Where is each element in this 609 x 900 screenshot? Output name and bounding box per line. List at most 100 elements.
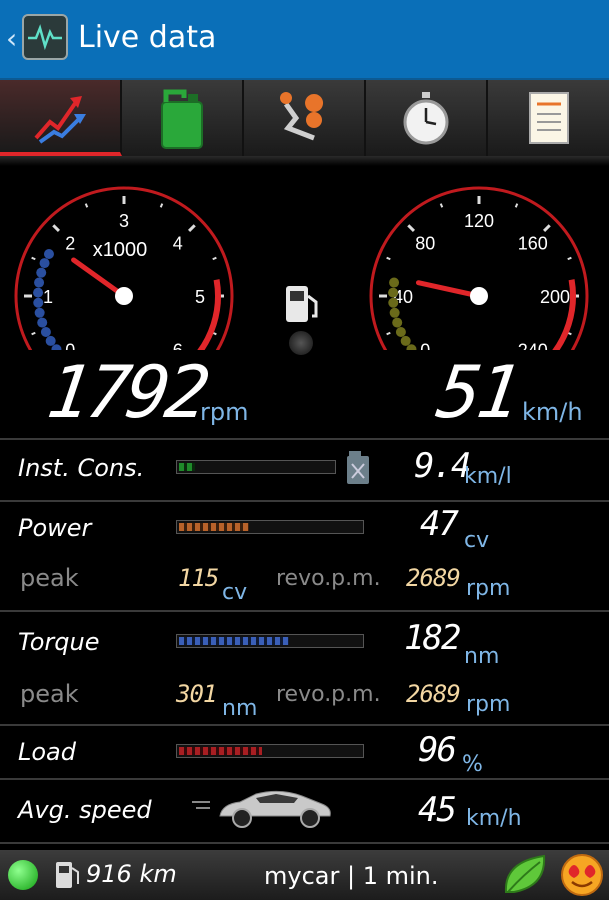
rpm-tick [84, 203, 89, 208]
torque-peak-label: peak [20, 680, 79, 708]
load-bar [176, 744, 364, 758]
app-bar: ‹ Live data [0, 0, 609, 80]
fuel-can-small-icon [347, 451, 369, 484]
spd-tick [567, 256, 572, 261]
distance-remaining: 916 km [86, 860, 177, 888]
eco-leaf-icon[interactable] [500, 852, 550, 898]
rpm-tick [159, 203, 164, 208]
fuel-indicator-light [289, 331, 313, 355]
power-revo-label: revo.p.m. [276, 566, 381, 591]
divider [0, 610, 609, 612]
rpm-multiplier: x1000 [93, 239, 148, 261]
torque-bar-fill [179, 637, 289, 645]
load-label: Load [18, 738, 76, 766]
stopwatch-icon [403, 92, 449, 145]
rpm-tick-label: 6 [173, 341, 183, 350]
rpm-tick-label: 1 [43, 287, 53, 307]
spd-tick [439, 203, 444, 208]
rpm-gauge: 0 1 2 3 4 5 6 x1000 [14, 186, 234, 350]
avg-speed-value: 45 [418, 790, 457, 830]
tab-fuel[interactable] [122, 80, 244, 156]
power-label: Power [18, 514, 92, 542]
spd-tick [542, 224, 551, 233]
power-peak-unit: cv [222, 580, 248, 605]
tab-bar [0, 80, 609, 156]
torque-revo-unit: rpm [466, 692, 511, 717]
rpm-needle-hub [115, 287, 133, 305]
power-value: 47 [420, 504, 459, 544]
rpm-level-dot [45, 335, 56, 346]
avg-speed-label: Avg. speed [18, 796, 152, 824]
report-icon [528, 92, 569, 144]
rpm-tick [31, 256, 36, 261]
spd-level-dot [388, 287, 399, 298]
fuel-can-icon [161, 89, 203, 149]
back-chevron-icon[interactable]: ‹ [6, 22, 17, 55]
tab-report[interactable] [488, 80, 609, 156]
connection-status-icon [8, 860, 38, 890]
spd-tick [386, 331, 391, 336]
torque-value: 182 [404, 618, 461, 658]
tab-divider [0, 156, 609, 166]
fuel-pump-icon [286, 286, 318, 322]
spd-tick-label: 80 [415, 233, 435, 253]
fuel-pump-small-icon [56, 862, 79, 888]
spd-tick [386, 256, 391, 261]
rpm-tick [212, 256, 217, 261]
spd-tick-label: 240 [518, 341, 548, 350]
torque-peak-value: 301 [176, 680, 217, 708]
speed-unit: km/h [522, 398, 583, 426]
rpm-tick-label: 0 [65, 341, 75, 350]
rpm-level-dot [33, 287, 44, 298]
torque-bar [176, 634, 364, 648]
rpm-tick-label: 3 [119, 211, 129, 231]
status-bar: 916 km mycar | 1 min. [0, 850, 609, 900]
spd-level-dot [400, 335, 411, 346]
route-icon [280, 92, 324, 141]
power-revo-unit: rpm [466, 576, 511, 601]
divider [0, 438, 609, 440]
spd-tick-label: 120 [464, 211, 494, 231]
inst-cons-value: 9.4 [414, 446, 471, 486]
rpm-level-dot [43, 248, 54, 259]
rpm-level-dot [37, 317, 48, 328]
load-value: 96 [418, 730, 457, 770]
torque-peak-unit: nm [222, 696, 258, 721]
rpm-tick-label: 2 [65, 233, 75, 253]
inst-cons-unit: km/l [464, 464, 512, 489]
avg-speed-unit: km/h [466, 806, 522, 831]
heartbeat-icon [28, 24, 62, 51]
driver-mood-icon[interactable] [558, 852, 606, 898]
trend-chart-icon [34, 96, 86, 144]
divider [0, 724, 609, 726]
rpm-level-dot [34, 277, 45, 288]
rpm-tick [31, 331, 36, 336]
app-icon[interactable] [22, 14, 68, 60]
rpm-readout: 1792 [42, 350, 212, 434]
torque-revo-label: revo.p.m. [276, 682, 381, 707]
spd-level-dot [389, 277, 400, 288]
rpm-level-dot [39, 258, 50, 269]
page-title: Live data [78, 20, 217, 55]
speed-readout: 51 [432, 350, 523, 434]
rpm-unit: rpm [200, 398, 249, 426]
power-peak-value: 115 [178, 564, 219, 592]
tab-timer[interactable] [366, 80, 488, 156]
rpm-tick-label: 5 [195, 287, 205, 307]
power-peak-label: peak [20, 564, 79, 592]
rpm-tick [52, 224, 61, 233]
rpm-level-dot [40, 327, 51, 338]
tab-route[interactable] [244, 80, 366, 156]
rpm-needle [71, 257, 127, 299]
divider [0, 842, 609, 844]
rpm-tick-labels: 0 1 2 3 4 5 6 [43, 211, 205, 350]
rpm-level-dot [34, 307, 45, 318]
spd-level-dot [388, 297, 399, 308]
torque-unit: nm [464, 644, 500, 669]
car-session-info: mycar | 1 min. [264, 862, 439, 890]
inst-cons-bar-fill [179, 463, 195, 471]
tab-live-data[interactable] [0, 80, 122, 156]
spd-tick-label: 0 [420, 341, 430, 350]
power-bar [176, 520, 364, 534]
speed-needle [415, 280, 482, 299]
